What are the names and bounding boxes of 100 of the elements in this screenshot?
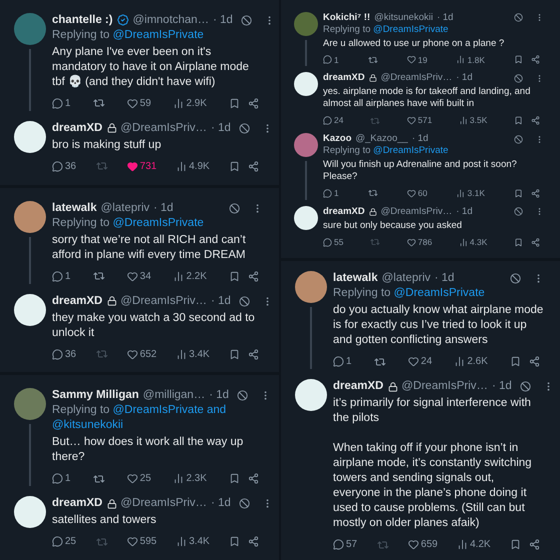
user-handle[interactable]: @latepriv: [100, 200, 150, 216]
reply-icon[interactable]: [52, 160, 63, 172]
avatar[interactable]: [294, 206, 318, 230]
share-icon[interactable]: [248, 348, 259, 360]
slashed-circle-icon[interactable]: [514, 134, 523, 144]
share-icon[interactable]: [248, 473, 259, 484]
avatar[interactable]: [294, 72, 318, 96]
user-handle[interactable]: @imnotchan…: [132, 12, 209, 28]
bookmark-icon[interactable]: [514, 188, 523, 198]
bookmark-icon[interactable]: [510, 539, 521, 550]
views-icon[interactable]: [173, 473, 184, 484]
reply-icon[interactable]: [323, 116, 332, 126]
reply-icon[interactable]: [52, 270, 63, 282]
display-name[interactable]: dreamXD: [323, 206, 365, 218]
share-icon[interactable]: [248, 536, 259, 548]
slashed-circle-icon[interactable]: [514, 13, 523, 22]
repost-icon[interactable]: [374, 356, 386, 368]
display-name[interactable]: Sammy Milligan: [52, 388, 139, 404]
share-icon[interactable]: [248, 160, 259, 172]
repost-icon[interactable]: [368, 188, 378, 198]
repost-icon[interactable]: [368, 54, 378, 65]
user-handle[interactable]: @DreamIsPriv…: [402, 379, 488, 394]
like-icon[interactable]: [126, 98, 138, 109]
bookmark-icon[interactable]: [510, 356, 521, 367]
slashed-circle-icon[interactable]: [240, 14, 252, 26]
views-icon[interactable]: [456, 188, 466, 198]
avatar[interactable]: [14, 200, 46, 232]
user-handle[interactable]: @DreamIsPriv…: [380, 72, 452, 84]
avatar[interactable]: [14, 120, 46, 153]
bookmark-icon[interactable]: [514, 55, 523, 64]
like-icon[interactable]: [126, 348, 138, 360]
repost-icon[interactable]: [92, 97, 105, 110]
like-icon[interactable]: [406, 55, 416, 64]
user-handle[interactable]: @DreamIsPriv…: [380, 206, 452, 218]
share-icon[interactable]: [530, 238, 540, 247]
like-icon[interactable]: [408, 356, 419, 367]
display-name[interactable]: latewalk: [52, 200, 97, 216]
display-name[interactable]: Kazoo: [323, 133, 352, 145]
slashed-circle-icon[interactable]: [510, 273, 521, 284]
bookmark-icon[interactable]: [228, 270, 240, 282]
avatar[interactable]: [14, 496, 46, 528]
display-name[interactable]: dreamXD: [52, 294, 102, 308]
repost-icon[interactable]: [92, 270, 105, 282]
reply-icon[interactable]: [323, 55, 332, 64]
share-icon[interactable]: [248, 270, 259, 282]
display-name[interactable]: dreamXD: [333, 379, 384, 394]
display-name[interactable]: dreamXD: [52, 120, 102, 136]
bookmark-icon[interactable]: [228, 160, 240, 172]
share-icon[interactable]: [530, 188, 540, 198]
user-handle[interactable]: @DreamIsPriv…: [120, 120, 207, 136]
share-icon[interactable]: [530, 116, 540, 126]
like-icon[interactable]: [126, 160, 138, 172]
slashed-circle-icon[interactable]: [236, 390, 248, 402]
views-icon[interactable]: [173, 270, 184, 282]
user-handle[interactable]: @latepriv: [382, 271, 430, 286]
bookmark-icon[interactable]: [228, 98, 240, 109]
views-icon[interactable]: [454, 356, 466, 367]
like-icon[interactable]: [408, 539, 419, 550]
avatar[interactable]: [14, 294, 46, 326]
display-name[interactable]: chantelle :): [52, 12, 113, 28]
bookmark-icon[interactable]: [514, 116, 523, 126]
bookmark-icon[interactable]: [228, 473, 240, 484]
reply-icon[interactable]: [323, 188, 332, 198]
user-handle[interactable]: @milligan…: [142, 388, 206, 404]
like-icon[interactable]: [126, 536, 138, 548]
slashed-circle-icon[interactable]: [514, 74, 523, 83]
display-name[interactable]: dreamXD: [323, 72, 365, 84]
reply-icon[interactable]: [52, 98, 63, 109]
views-icon[interactable]: [458, 116, 468, 126]
reply-icon[interactable]: [52, 348, 63, 360]
share-icon[interactable]: [528, 356, 540, 367]
like-icon[interactable]: [126, 473, 138, 484]
slashed-circle-icon[interactable]: [520, 381, 531, 392]
like-icon[interactable]: [126, 270, 138, 282]
avatar[interactable]: [295, 271, 327, 303]
reply-icon[interactable]: [52, 473, 63, 484]
bookmark-icon[interactable]: [228, 536, 240, 548]
views-icon[interactable]: [456, 539, 468, 550]
views-icon[interactable]: [456, 55, 466, 64]
reply-icon[interactable]: [323, 238, 332, 247]
share-icon[interactable]: [530, 55, 540, 64]
share-icon[interactable]: [528, 539, 540, 550]
bookmark-icon[interactable]: [514, 238, 523, 247]
views-icon[interactable]: [173, 98, 184, 109]
slashed-circle-icon[interactable]: [229, 202, 240, 214]
display-name[interactable]: latewalk: [333, 271, 378, 286]
like-icon[interactable]: [406, 238, 416, 247]
user-handle[interactable]: @DreamIsPriv…: [120, 294, 207, 308]
reply-icon[interactable]: [52, 536, 63, 548]
user-handle[interactable]: @kitsunekokii: [374, 12, 433, 24]
like-icon[interactable]: [406, 116, 416, 126]
views-icon[interactable]: [176, 348, 187, 360]
views-icon[interactable]: [458, 238, 468, 247]
display-name[interactable]: dreamXD: [52, 496, 102, 512]
like-icon[interactable]: [406, 188, 416, 198]
display-name[interactable]: Kokichi⁷ !!: [323, 12, 370, 24]
bookmark-icon[interactable]: [228, 348, 240, 360]
slashed-circle-icon[interactable]: [514, 207, 523, 216]
share-icon[interactable]: [248, 98, 259, 109]
slashed-circle-icon[interactable]: [238, 498, 250, 510]
